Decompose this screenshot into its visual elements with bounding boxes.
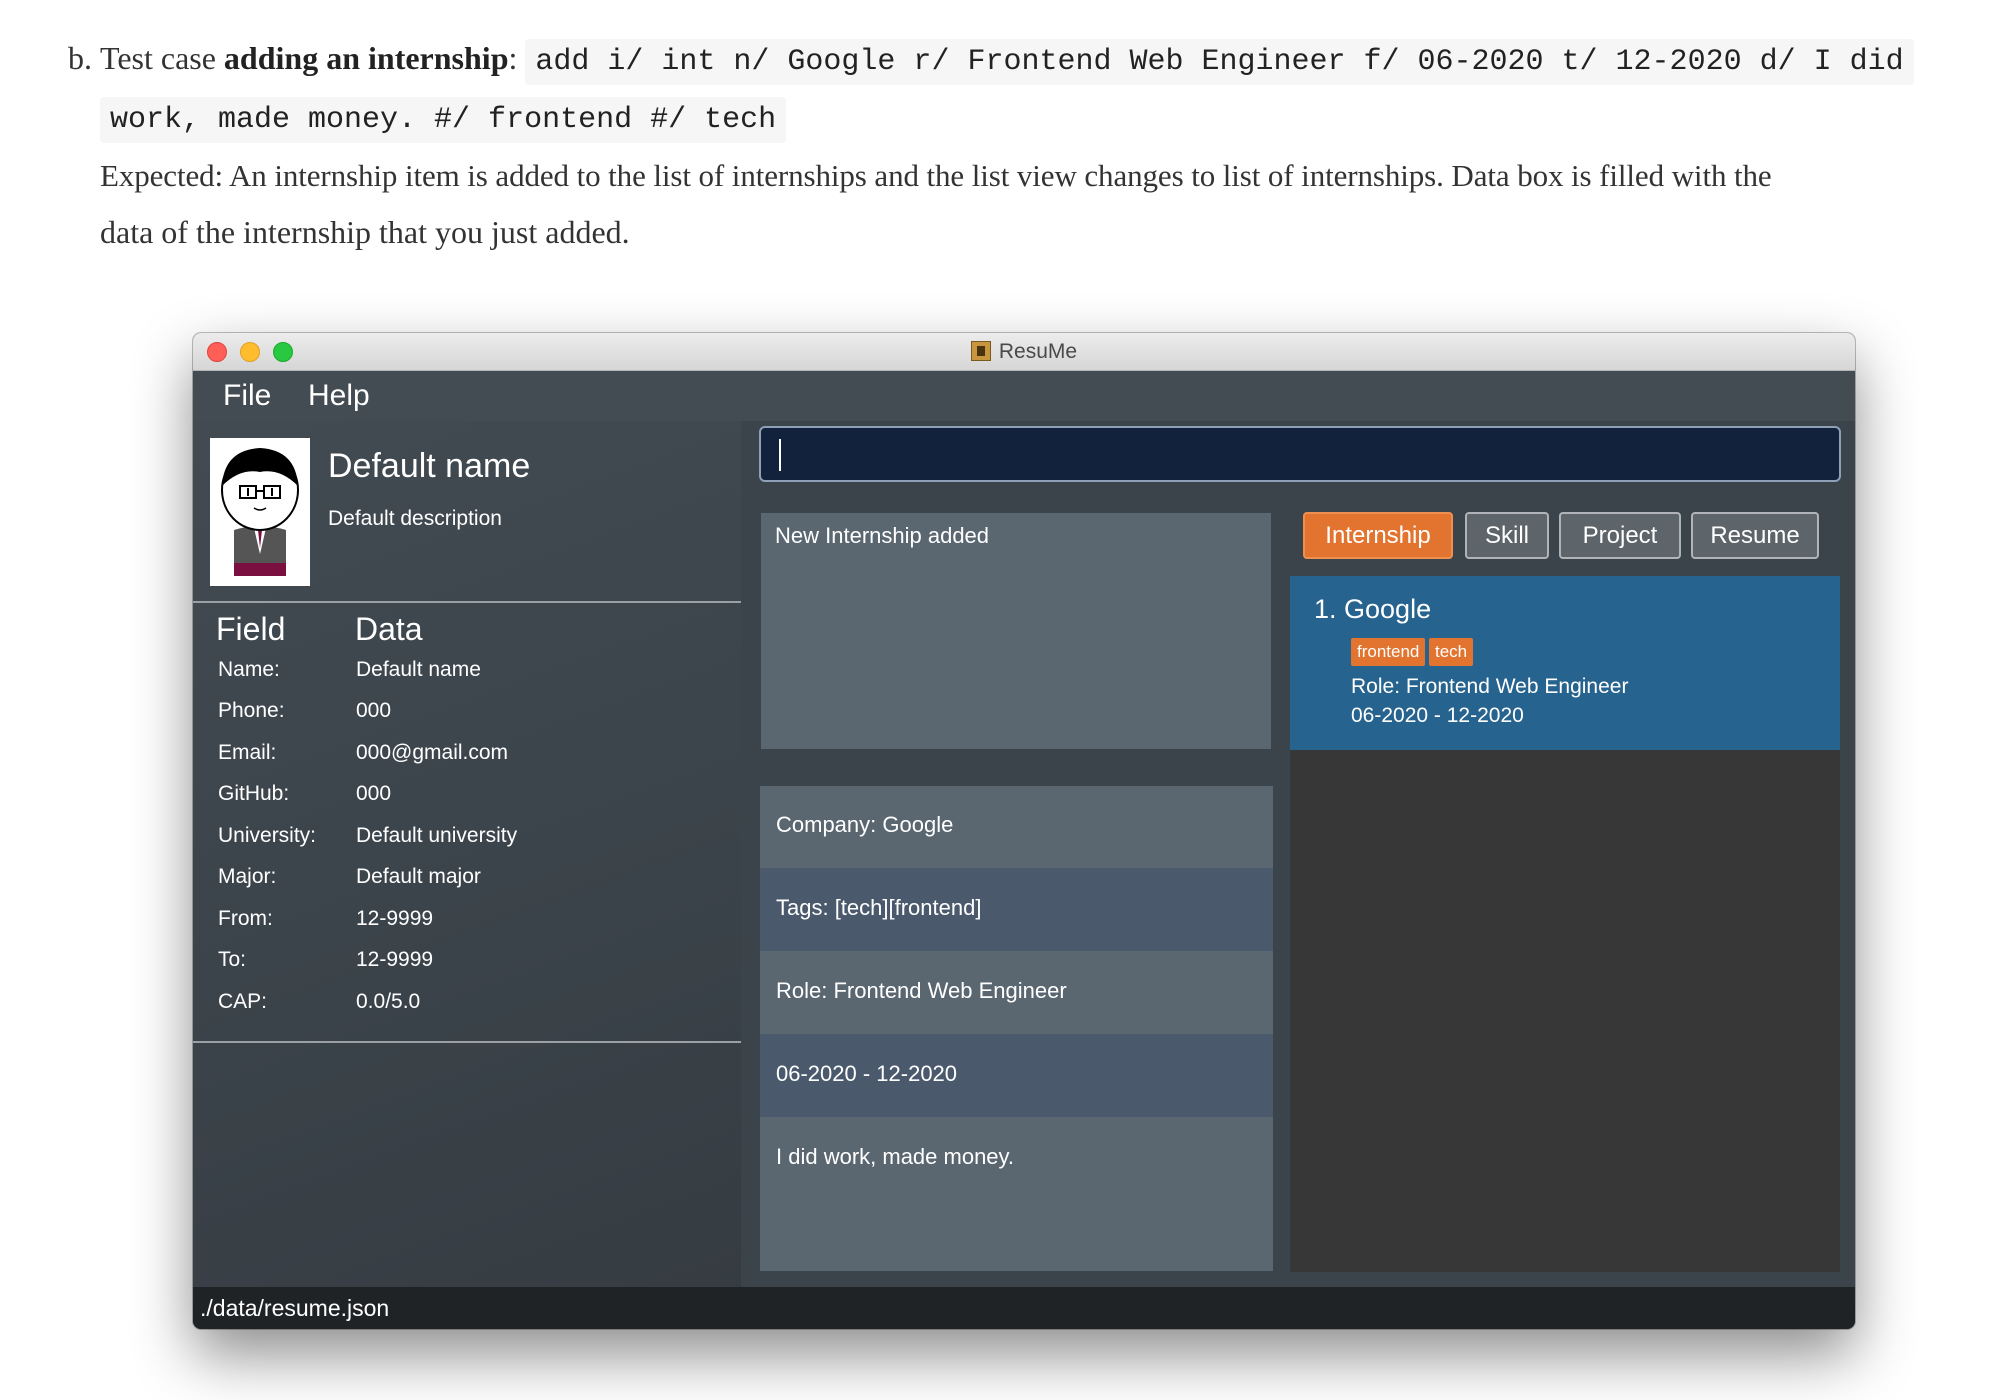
data-row-role: Role: Frontend Web Engineer bbox=[760, 951, 1273, 1034]
field-label: Name: bbox=[218, 658, 280, 681]
field-value: 0.0/5.0 bbox=[356, 990, 421, 1013]
profile-name: Default name bbox=[328, 447, 531, 485]
field-row: Phone: 000 bbox=[193, 699, 741, 740]
resume-app-window: ResuMe File Help Default name Default de… bbox=[193, 333, 1855, 1329]
data-row-text: Company: Google bbox=[776, 812, 954, 837]
field-value: Default name bbox=[356, 658, 481, 681]
status-file-path: ./data/resume.json bbox=[200, 1295, 390, 1321]
command-input[interactable] bbox=[759, 426, 1841, 482]
menu-help[interactable]: Help bbox=[308, 371, 370, 421]
tab-resume[interactable]: Resume bbox=[1691, 512, 1819, 559]
field-row: CAP: 0.0/5.0 bbox=[193, 990, 741, 1031]
result-message: New Internship added bbox=[775, 523, 990, 548]
field-label: GitHub: bbox=[218, 782, 290, 805]
tab-project[interactable]: Project bbox=[1559, 512, 1681, 559]
field-row: To: 12-9999 bbox=[193, 948, 741, 989]
field-value: 12-9999 bbox=[356, 948, 434, 971]
avatar bbox=[210, 438, 310, 586]
test-case-colon: : bbox=[508, 40, 518, 76]
tag-badge: tech bbox=[1429, 638, 1474, 666]
field-row: Email: 000@gmail.com bbox=[193, 741, 741, 782]
internship-list[interactable]: 1. Google frontend tech Role: Frontend W… bbox=[1290, 576, 1840, 1272]
field-value: Default university bbox=[356, 824, 518, 847]
field-value: 000 bbox=[356, 699, 392, 722]
avatar-illustration bbox=[210, 438, 310, 586]
field-value: Default major bbox=[356, 865, 481, 888]
field-label: Phone: bbox=[218, 699, 285, 722]
field-label: Email: bbox=[218, 741, 277, 764]
data-row-text: I did work, made money. bbox=[776, 1144, 1015, 1169]
window-title-text: ResuMe bbox=[998, 340, 1078, 363]
list-item-dates: 06-2020 - 12-2020 bbox=[1351, 704, 1524, 727]
list-item-role: Role: Frontend Web Engineer bbox=[1351, 675, 1629, 698]
field-row: From: 12-9999 bbox=[193, 907, 741, 948]
menu-bar: File Help bbox=[193, 371, 1855, 421]
tab-skill[interactable]: Skill bbox=[1465, 512, 1549, 559]
divider bbox=[193, 1041, 741, 1043]
data-row-description: I did work, made money. bbox=[760, 1117, 1273, 1271]
field-label: From: bbox=[218, 907, 273, 930]
test-case-title: adding an internship bbox=[223, 40, 509, 76]
title-bar[interactable]: ResuMe bbox=[193, 333, 1855, 371]
window-title: ResuMe bbox=[193, 333, 1855, 370]
data-box: Company: Google Tags: [tech][frontend] R… bbox=[760, 786, 1273, 1271]
field-value: 000@gmail.com bbox=[356, 741, 509, 764]
tab-internship[interactable]: Internship bbox=[1303, 512, 1453, 559]
data-row-text: Role: Frontend Web Engineer bbox=[776, 978, 1067, 1003]
field-column-header: Field bbox=[216, 611, 286, 647]
status-bar: ./data/resume.json bbox=[193, 1287, 1855, 1329]
data-column-header: Data bbox=[355, 611, 423, 647]
profile-description: Default description bbox=[328, 507, 502, 530]
data-row-company: Company: Google bbox=[760, 786, 1273, 868]
field-label: University: bbox=[218, 824, 317, 847]
profile-panel: Default name Default description Field D… bbox=[193, 421, 741, 1287]
data-row-tags: Tags: [tech][frontend] bbox=[760, 868, 1273, 951]
field-label: To: bbox=[218, 948, 247, 971]
list-item[interactable]: 1. Google frontend tech Role: Frontend W… bbox=[1290, 576, 1840, 750]
field-row: Name: Default name bbox=[193, 658, 741, 699]
text-caret bbox=[779, 439, 781, 471]
test-case-line: Test case adding an internship: add i/ i… bbox=[100, 30, 1948, 90]
command-code-line2: work, made money. #/ frontend #/ tech bbox=[100, 97, 787, 143]
field-row: University: Default university bbox=[193, 824, 741, 865]
data-row-text: Tags: [tech][frontend] bbox=[776, 895, 982, 920]
data-row-period: 06-2020 - 12-2020 bbox=[760, 1034, 1273, 1117]
field-value: 12-9999 bbox=[356, 907, 434, 930]
menu-file[interactable]: File bbox=[223, 371, 271, 421]
expected-line2: data of the internship that you just add… bbox=[100, 214, 630, 250]
field-label: CAP: bbox=[218, 990, 268, 1013]
field-row: Major: Default major bbox=[193, 865, 741, 906]
data-row-text: 06-2020 - 12-2020 bbox=[776, 1061, 958, 1086]
test-case-lead: Test case bbox=[100, 40, 224, 76]
field-label: Major: bbox=[218, 865, 277, 888]
tag-badge: frontend bbox=[1351, 638, 1426, 666]
field-value: 000 bbox=[356, 782, 392, 805]
app-icon bbox=[970, 341, 991, 361]
expected-line1: Expected: An internship item is added to… bbox=[100, 158, 1772, 193]
result-display: New Internship added bbox=[761, 513, 1271, 749]
list-marker: b. bbox=[68, 40, 92, 76]
divider bbox=[193, 601, 741, 603]
list-item-title: 1. Google bbox=[1314, 594, 1432, 624]
document-text: b. Test case adding an internship: add i… bbox=[68, 30, 1948, 260]
command-code-line1: add i/ int n/ Google r/ Frontend Web Eng… bbox=[525, 39, 1914, 85]
field-row: GitHub: 000 bbox=[193, 782, 741, 823]
